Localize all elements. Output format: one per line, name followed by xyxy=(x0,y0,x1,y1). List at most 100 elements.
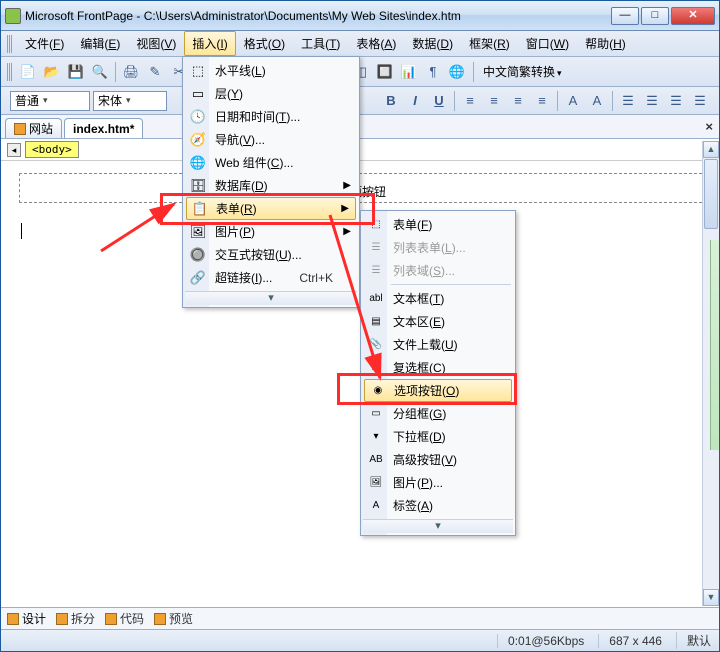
form-f[interactable]: ⬚表单(F) xyxy=(363,213,513,236)
encoding-dropdown[interactable]: 中文简繁转换▾ xyxy=(479,63,566,80)
toolbar-btn-17[interactable]: 🌐 xyxy=(446,61,468,83)
menu-expand-button[interactable]: ▾ xyxy=(363,519,513,533)
decorative-edge xyxy=(710,240,719,450)
toolbar-btn-0[interactable]: 📄 xyxy=(17,61,39,83)
insert-y[interactable]: ▭层(Y) xyxy=(185,82,357,105)
menu-v[interactable]: 视图(V) xyxy=(128,31,184,56)
tab-website[interactable]: 网站 xyxy=(5,118,62,138)
menu-icon: ☰ xyxy=(367,239,385,257)
menu-icon: 📎 xyxy=(367,336,385,354)
view-拆分[interactable]: 拆分 xyxy=(56,610,95,627)
close-button[interactable]: ✕ xyxy=(671,7,715,25)
insert-i[interactable]: 🔗超链接(I)...Ctrl+K xyxy=(185,266,357,289)
menu-t[interactable]: 工具(T) xyxy=(293,31,348,56)
insert-t[interactable]: 🕓日期和时间(T)... xyxy=(185,105,357,128)
grip-icon xyxy=(7,35,12,53)
view-代码[interactable]: 代码 xyxy=(105,610,144,627)
format-btn-7[interactable]: A xyxy=(562,90,584,112)
tab-close-button[interactable]: × xyxy=(705,119,713,134)
insert-v[interactable]: 🧭导航(V)... xyxy=(185,128,357,151)
menu-icon: AB xyxy=(367,451,385,469)
insert-menu[interactable]: ⬚水平线(L)▭层(Y)🕓日期和时间(T)...🧭导航(V)...🌐Web 组件… xyxy=(182,56,360,308)
menu-e[interactable]: 编辑(E) xyxy=(72,31,128,56)
form-s: ☰列表域(S)... xyxy=(363,259,513,282)
insert-u[interactable]: 🔘交互式按钮(U)... xyxy=(185,243,357,266)
menu-h[interactable]: 帮助(H) xyxy=(577,31,634,56)
font-combo[interactable]: 宋体▾ xyxy=(93,91,167,111)
minimize-button[interactable]: — xyxy=(611,7,639,25)
menu-icon: ▭ xyxy=(189,85,207,103)
format-btn-12[interactable]: ☰ xyxy=(689,90,711,112)
format-btn-6[interactable]: ≡ xyxy=(531,90,553,112)
format-btn-3[interactable]: ≡ xyxy=(459,90,481,112)
toolbar-btn-1[interactable]: 📂 xyxy=(41,61,63,83)
menu-o[interactable]: 格式(O) xyxy=(236,31,293,56)
format-btn-4[interactable]: ≡ xyxy=(483,90,505,112)
view-icon xyxy=(56,613,68,625)
form-v[interactable]: AB高级按钮(V) xyxy=(363,448,513,471)
statusbar: 0:01@56Kbps 687 x 446 默认 xyxy=(1,629,719,651)
breadcrumb-body-tag[interactable]: <body> xyxy=(25,141,79,158)
menu-a[interactable]: 表格(A) xyxy=(348,31,404,56)
menu-r[interactable]: 框架(R) xyxy=(461,31,518,56)
menu-icon: 🌐 xyxy=(189,154,207,172)
menu-f[interactable]: 文件(F) xyxy=(17,31,72,56)
tab-index-htm[interactable]: index.htm* xyxy=(64,118,143,138)
menu-icon: ⬚ xyxy=(367,216,385,234)
insert-l[interactable]: ⬚水平线(L) xyxy=(185,59,357,82)
separator xyxy=(557,91,558,111)
toolbar-btn-5[interactable]: ✎ xyxy=(144,61,166,83)
format-btn-11[interactable]: ☰ xyxy=(665,90,687,112)
view-设计[interactable]: 设计 xyxy=(7,610,46,627)
menu-icon: 🔗 xyxy=(189,269,207,287)
form-p[interactable]: 🖼图片(P)... xyxy=(363,471,513,494)
scroll-up-button[interactable]: ▲ xyxy=(703,141,719,158)
format-btn-1[interactable]: I xyxy=(404,90,426,112)
form-g[interactable]: ▭分组框(G) xyxy=(363,402,513,425)
scroll-thumb[interactable] xyxy=(704,159,718,229)
menu-w[interactable]: 窗口(W) xyxy=(518,31,577,56)
format-btn-0[interactable]: B xyxy=(380,90,402,112)
style-combo[interactable]: 普通▾ xyxy=(10,91,90,111)
separator xyxy=(473,62,474,82)
menu-d[interactable]: 数据(D) xyxy=(404,31,461,56)
form-l: ☰列表表单(L)... xyxy=(363,236,513,259)
toolbar-btn-4[interactable]: 🖨 xyxy=(120,61,142,83)
form-c[interactable]: ☑复选框(C) xyxy=(363,356,513,379)
form-u[interactable]: 📎文件上载(U) xyxy=(363,333,513,356)
format-btn-2[interactable]: U xyxy=(428,90,450,112)
form-o[interactable]: ◉选项按钮(O) xyxy=(364,379,512,402)
menu-icon: ◉ xyxy=(369,382,387,400)
menu-icon: ⬚ xyxy=(189,62,207,80)
scroll-down-button[interactable]: ▼ xyxy=(703,589,719,606)
form-e[interactable]: ▤文本区(E) xyxy=(363,310,513,333)
titlebar: Microsoft FrontPage - C:\Users\Administr… xyxy=(1,1,719,31)
toolbar-btn-16[interactable]: ¶ xyxy=(422,61,444,83)
menu-separator xyxy=(391,284,511,285)
form-d[interactable]: ▾下拉框(D) xyxy=(363,425,513,448)
toolbar-btn-14[interactable]: 🔲 xyxy=(374,61,396,83)
form-t[interactable]: abl文本框(T) xyxy=(363,287,513,310)
form-a[interactable]: A标签(A) xyxy=(363,494,513,517)
format-btn-9[interactable]: ☰ xyxy=(617,90,639,112)
breadcrumb-prev-button[interactable]: ◂ xyxy=(7,143,21,157)
view-预览[interactable]: 预览 xyxy=(154,610,193,627)
menu-i[interactable]: 插入(I) xyxy=(184,31,235,56)
format-btn-8[interactable]: A xyxy=(586,90,608,112)
insert-d[interactable]: 🗄数据库(D)▶ xyxy=(185,174,357,197)
form-submenu[interactable]: ⬚表单(F)☰列表表单(L)...☰列表域(S)... abl文本框(T)▤文本区… xyxy=(360,210,516,536)
insert-r[interactable]: 📋表单(R)▶ xyxy=(186,197,356,220)
toolbar-btn-3[interactable]: 🔍 xyxy=(89,61,111,83)
format-btn-10[interactable]: ☰ xyxy=(641,90,663,112)
app-icon xyxy=(5,8,21,24)
insert-p[interactable]: 🖼图片(P)▶ xyxy=(185,220,357,243)
maximize-button[interactable]: □ xyxy=(641,7,669,25)
toolbar-btn-15[interactable]: 📊 xyxy=(398,61,420,83)
format-btn-5[interactable]: ≡ xyxy=(507,90,529,112)
toolbar-btn-2[interactable]: 💾 xyxy=(65,61,87,83)
separator xyxy=(612,91,613,111)
toolbar-formatting: 普通▾ 宋体▾ BIU≡≡≡≡AA☰☰☰☰ xyxy=(1,87,719,115)
insert-c[interactable]: 🌐Web 组件(C)... xyxy=(185,151,357,174)
menu-expand-button[interactable]: ▾ xyxy=(185,291,357,305)
menu-icon: abl xyxy=(367,290,385,308)
